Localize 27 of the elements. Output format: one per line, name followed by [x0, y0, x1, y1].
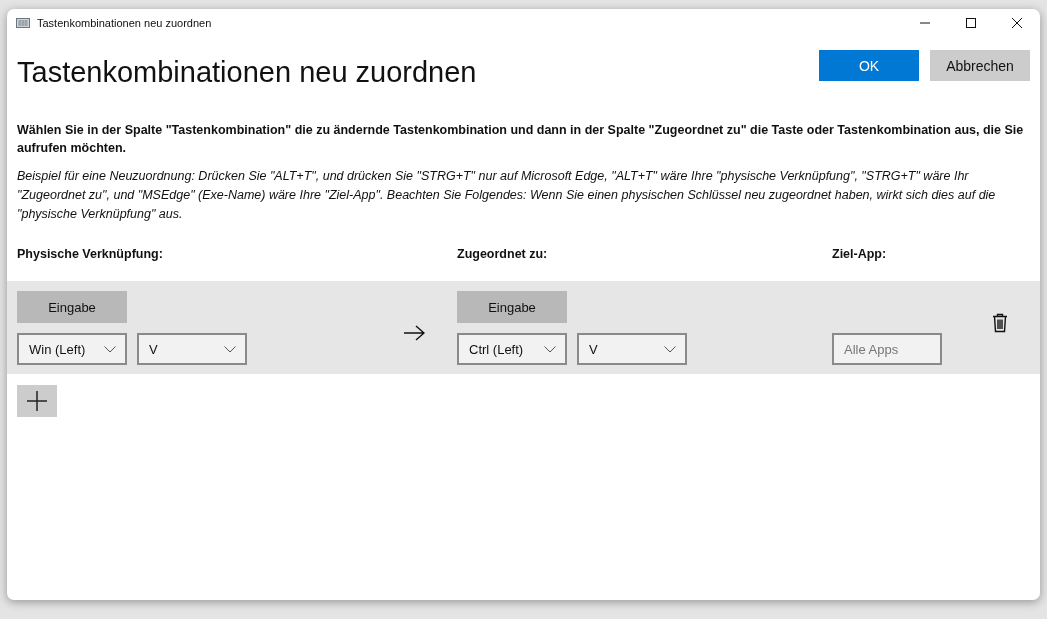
- trash-icon[interactable]: [992, 313, 1008, 333]
- window-title: Tastenkombinationen neu zuordnen: [37, 17, 212, 29]
- key-dropdown[interactable]: V: [577, 333, 687, 365]
- column-header: Ziel-App:: [832, 247, 888, 263]
- target-app-field[interactable]: Alle Apps: [832, 333, 942, 365]
- maximize-icon[interactable]: [966, 18, 976, 28]
- chevron-icon: [544, 345, 556, 353]
- cancel-button[interactable]: Abbrechen: [930, 50, 1030, 81]
- input-button[interactable]: Eingabe: [17, 291, 127, 323]
- dialog-heading: Tastenkombinationen neu zuordnen: [17, 56, 477, 89]
- keyboard-icon: [16, 18, 30, 28]
- ok-button[interactable]: OK: [819, 50, 919, 81]
- instructions-text: Wählen Sie in der Spalte "Tastenkombination" die zu ändernde Tastenkombination und dann in der Spalte "Zugeordnet zu" die Taste oder Tastenkombination aus, die Sie aufrufen möchten.: [17, 122, 1025, 157]
- key-dropdown[interactable]: V: [137, 333, 247, 365]
- add-button[interactable]: [17, 385, 57, 417]
- chevron-icon: [104, 345, 116, 353]
- example-text: Beispiel für eine Neuzuordnung: Drücken Sie "ALT+T", und drücken Sie "STRG+T" nur auf Microsoft Edge, "ALT+T" wäre Ihre "physische Verknüpfung", "STRG+T" wäre Ihr "Zugeordnet zu", und "MSEdge" (Exe-Name) wäre Ihre "Ziel-App". Beachten Sie Folgendes: Wenn Sie einen physischen Schlüssel neu zugeordnet haben, wirkt sich dies auf die "physische Verknüpfung" aus.: [17, 168, 997, 223]
- key-dropdown[interactable]: Ctrl (Left): [457, 333, 567, 365]
- chevron-icon: [224, 345, 236, 353]
- input-button[interactable]: Eingabe: [457, 291, 567, 323]
- plus-icon: [27, 391, 47, 411]
- key-dropdown[interactable]: Win (Left): [17, 333, 127, 365]
- arrow-right-icon: [403, 324, 425, 341]
- chevron-icon: [664, 345, 676, 353]
- column-header: Zugeordnet zu:: [457, 247, 549, 263]
- column-header: Physische Verknüpfung:: [17, 247, 164, 263]
- close-icon[interactable]: [1012, 18, 1022, 28]
